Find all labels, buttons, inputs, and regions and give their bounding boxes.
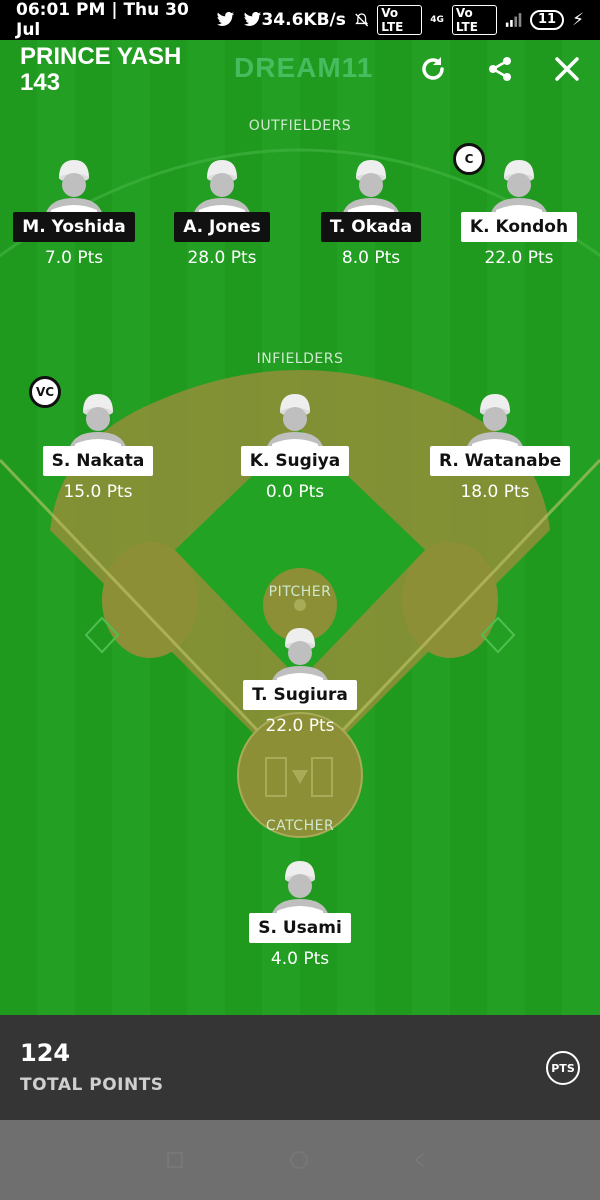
- volte-icon: Vo LTE: [377, 5, 423, 35]
- team-name-line2: 143: [20, 69, 61, 96]
- player-points: 22.0 Pts: [484, 248, 554, 268]
- close-button[interactable]: [550, 52, 584, 86]
- player-avatar-icon: [193, 160, 251, 214]
- player-name: K. Sugiya: [240, 446, 350, 476]
- close-icon: [555, 57, 579, 81]
- share-icon: [489, 57, 511, 81]
- team-name: PRINCE YASH 143: [20, 44, 181, 96]
- home-icon[interactable]: [289, 1150, 309, 1170]
- total-points-value: 124: [20, 1039, 71, 1067]
- baseball-field: PRINCE YASH 143 DREAM11 OUTFIELDERS INFI…: [0, 40, 600, 1015]
- brand-logo: DREAM11: [234, 52, 374, 83]
- total-points-label: TOTAL POINTS: [20, 1075, 164, 1095]
- player-card[interactable]: T. Okada 8.0 Pts: [306, 154, 436, 268]
- player-points: 22.0 Pts: [265, 716, 335, 736]
- player-points: 18.0 Pts: [460, 482, 530, 502]
- charging-icon: ⚡: [572, 10, 584, 30]
- player-points: 15.0 Pts: [63, 482, 133, 502]
- player-avatar-icon: [342, 160, 400, 214]
- refresh-icon: [422, 57, 444, 80]
- share-button[interactable]: [483, 52, 517, 86]
- player-avatar-icon: [271, 628, 329, 682]
- section-pitcher: PITCHER: [268, 584, 332, 600]
- player-name: S. Usami: [249, 913, 351, 943]
- twitter-icon: [243, 12, 261, 26]
- player-avatar-icon: [45, 160, 103, 214]
- player-card[interactable]: K. Kondoh 22.0 Pts: [454, 154, 584, 268]
- player-points: 7.0 Pts: [44, 248, 104, 268]
- points-button[interactable]: PTS: [546, 1051, 580, 1085]
- player-name: S. Nakata: [42, 446, 154, 476]
- player-card[interactable]: M. Yoshida 7.0 Pts: [9, 154, 139, 268]
- mute-bell-icon: [355, 13, 369, 27]
- status-bar: 06:01 PM | Thu 30 Jul 34.6KB/s Vo LTE 4G…: [0, 0, 600, 40]
- player-avatar-icon: [271, 861, 329, 915]
- player-card[interactable]: K. Sugiya 0.0 Pts: [230, 388, 360, 502]
- player-points: 0.0 Pts: [265, 482, 325, 502]
- signal-icon: [505, 13, 522, 27]
- player-name: T. Sugiura: [243, 680, 357, 710]
- network-gen: 4G: [430, 15, 444, 25]
- player-avatar-icon: [266, 394, 324, 448]
- player-card[interactable]: T. Sugiura 22.0 Pts: [235, 622, 365, 736]
- status-time: 06:01 PM | Thu 30 Jul: [16, 0, 189, 40]
- network-speed: 34.6KB/s: [261, 10, 346, 30]
- battery-level: 11: [529, 10, 565, 30]
- player-avatar-icon: [69, 394, 127, 448]
- system-nav-bar: [0, 1120, 600, 1200]
- player-points: 28.0 Pts: [187, 248, 257, 268]
- player-points: 8.0 Pts: [341, 248, 401, 268]
- twitter-icon: [216, 12, 234, 26]
- player-points: 4.0 Pts: [270, 949, 330, 969]
- player-card[interactable]: A. Jones 28.0 Pts: [157, 154, 287, 268]
- player-name: M. Yoshida: [13, 212, 135, 242]
- player-name: A. Jones: [174, 212, 270, 242]
- player-avatar-icon: [466, 394, 524, 448]
- player-card[interactable]: S. Usami 4.0 Pts: [235, 855, 365, 969]
- back-icon[interactable]: [410, 1150, 430, 1170]
- section-infielders: INFIELDERS: [256, 351, 344, 367]
- section-outfielders: OUTFIELDERS: [248, 118, 352, 134]
- player-name: R. Watanabe: [430, 446, 571, 476]
- player-avatar-icon: [490, 160, 548, 214]
- recents-icon[interactable]: [165, 1150, 185, 1170]
- volte-icon: Vo LTE: [451, 5, 497, 35]
- player-name: T. Okada: [320, 212, 422, 242]
- refresh-button[interactable]: [416, 52, 450, 86]
- player-name: K. Kondoh: [460, 212, 578, 242]
- team-name-line1: PRINCE YASH: [20, 43, 182, 70]
- total-points-bar: 124 TOTAL POINTS PTS: [0, 1015, 600, 1120]
- player-card[interactable]: R. Watanabe 18.0 Pts: [430, 388, 571, 502]
- player-card[interactable]: S. Nakata 15.0 Pts: [33, 388, 163, 502]
- section-catcher: CATCHER: [265, 818, 335, 834]
